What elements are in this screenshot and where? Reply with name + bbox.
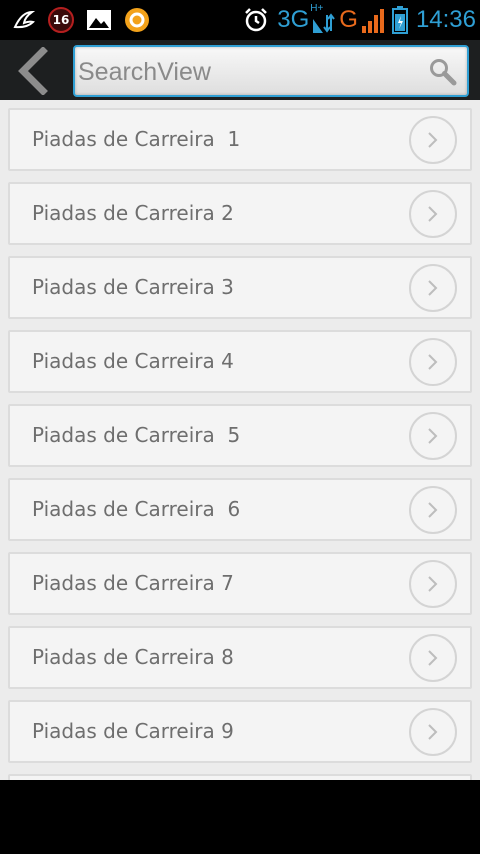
search-icon[interactable] bbox=[427, 56, 459, 88]
chevron-right-icon[interactable] bbox=[409, 190, 457, 238]
alarm-icon bbox=[243, 7, 269, 33]
action-bar bbox=[0, 40, 480, 100]
chevron-right-icon[interactable] bbox=[409, 264, 457, 312]
navigation-bar-area bbox=[0, 780, 480, 854]
chevron-right-icon[interactable] bbox=[409, 560, 457, 608]
status-bar-system: 3G H+ G 14:36 bbox=[243, 3, 476, 36]
battery-icon bbox=[391, 6, 408, 34]
list-item-label: Piadas de Carreira 1 bbox=[32, 127, 241, 151]
app-notification-icon bbox=[12, 9, 36, 31]
signal-icon bbox=[360, 6, 386, 34]
chevron-right-icon[interactable] bbox=[409, 486, 457, 534]
search-box[interactable] bbox=[73, 45, 469, 97]
list-item-label: Piadas de Carreira 4 bbox=[32, 349, 234, 373]
list-item-label: Piadas de Carreira 9 bbox=[32, 719, 234, 743]
search-input[interactable] bbox=[78, 52, 418, 92]
chevron-right-icon[interactable] bbox=[409, 116, 457, 164]
status-bar: 16 3G H+ G 14:36 bbox=[0, 0, 480, 40]
list-item-label: Piadas de Carreira 5 bbox=[32, 423, 241, 447]
back-button[interactable] bbox=[6, 47, 58, 95]
list-item[interactable]: Piadas de Carreira 7 bbox=[8, 552, 472, 615]
list-item[interactable]: Piadas de Carreira 4 bbox=[8, 330, 472, 393]
chevron-right-icon[interactable] bbox=[409, 634, 457, 682]
carrier-label: G bbox=[339, 6, 358, 33]
network-type-label: 3G bbox=[277, 6, 310, 33]
list-item-label: Piadas de Carreira 3 bbox=[32, 275, 234, 299]
image-icon bbox=[86, 8, 112, 32]
chevron-right-icon[interactable] bbox=[409, 338, 457, 386]
notification-count-badge: 16 bbox=[48, 7, 74, 33]
list-item[interactable]: Piadas de Carreira 2 bbox=[8, 182, 472, 245]
screen: 16 3G H+ G 14:36 SearchView Piadas de Ca… bbox=[0, 0, 480, 854]
list-item[interactable]: Piadas de Carreira 3 bbox=[8, 256, 472, 319]
clock-time: 14:36 bbox=[415, 6, 476, 33]
list-item-label: Piadas de Carreira 7 bbox=[32, 571, 234, 595]
list-item[interactable]: Piadas de Carreira 6 bbox=[8, 478, 472, 541]
list-item-label: Piadas de Carreira 6 bbox=[32, 497, 241, 521]
list-item[interactable]: Piadas de Carreira 8 bbox=[8, 626, 472, 689]
piadas-list[interactable]: Piadas de Carreira 1 Piadas de Carreira … bbox=[0, 100, 480, 780]
chevron-right-icon[interactable] bbox=[409, 412, 457, 460]
sync-icon bbox=[124, 7, 150, 33]
status-bar-notifications: 16 bbox=[12, 6, 162, 34]
list-item[interactable]: Piadas de Carreira 5 bbox=[8, 404, 472, 467]
chevron-left-icon bbox=[15, 47, 49, 95]
data-arrows-icon: H+ bbox=[309, 3, 336, 35]
list-item[interactable]: Piadas de Carreira 9 bbox=[8, 700, 472, 763]
chevron-right-icon[interactable] bbox=[409, 708, 457, 756]
list-item-label: Piadas de Carreira 2 bbox=[32, 201, 234, 225]
list-item-label: Piadas de Carreira 8 bbox=[32, 645, 234, 669]
list-item[interactable]: Piadas de Carreira 1 bbox=[8, 108, 472, 171]
